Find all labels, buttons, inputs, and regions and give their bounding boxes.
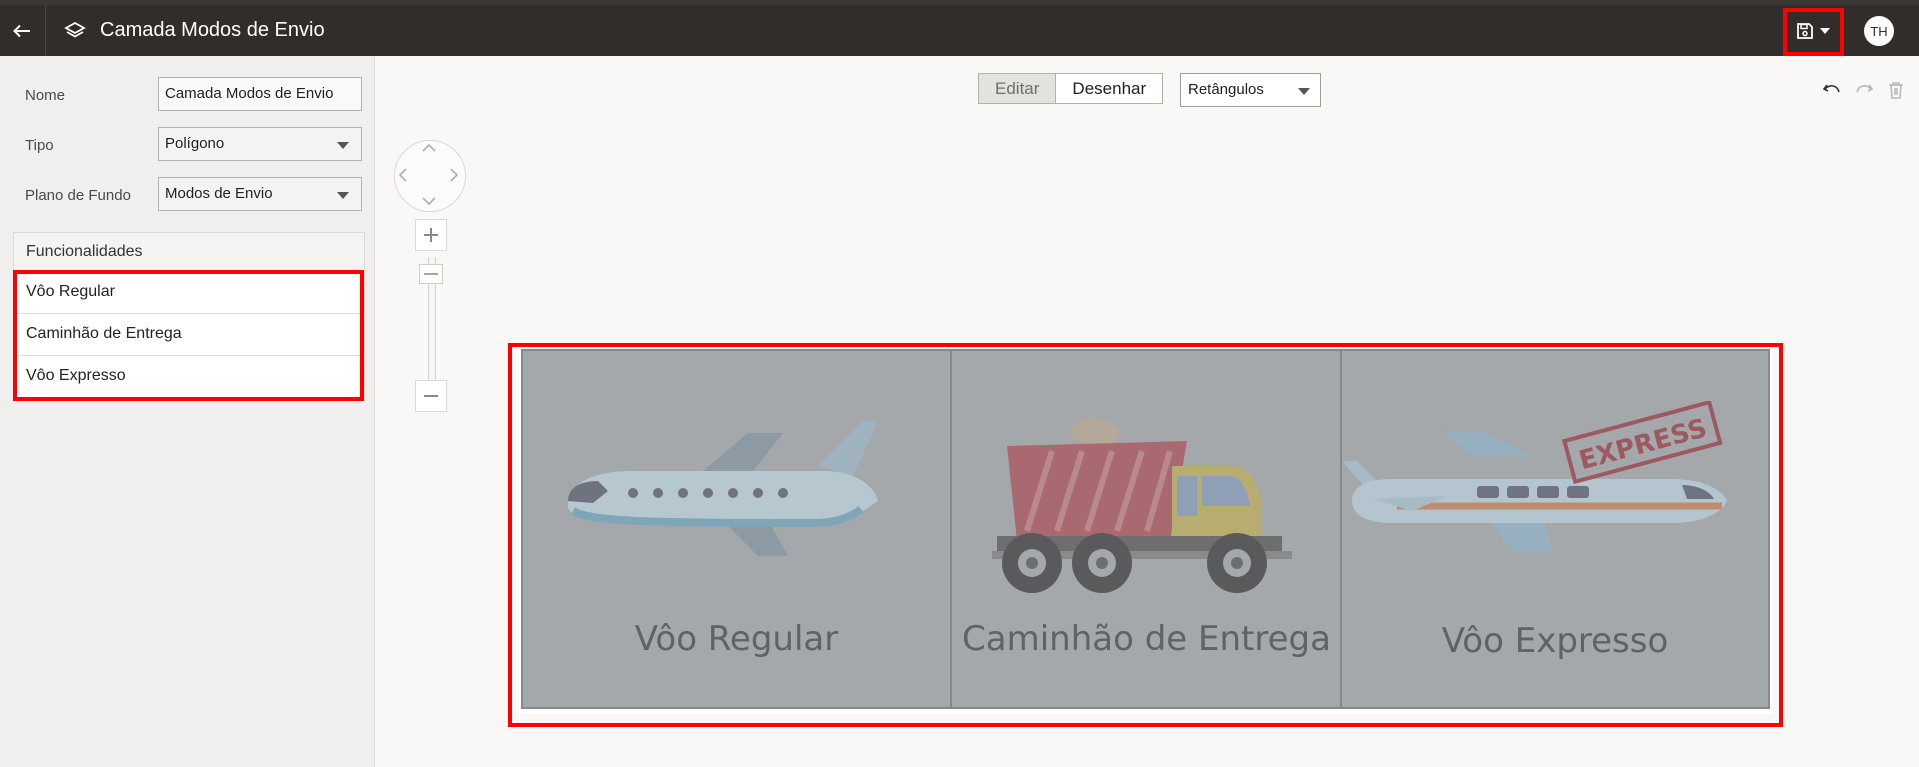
map-canvas[interactable]: Vôo Regular Caminhão de Entrega EXPRESS …	[518, 349, 1772, 714]
pan-right-icon[interactable]	[449, 167, 459, 183]
undo-icon[interactable]	[1822, 80, 1842, 100]
edit-mode-button[interactable]: Editar	[978, 73, 1056, 104]
feature-item-express-flight[interactable]: Vôo Expresso	[14, 356, 364, 397]
mode-toolbar: Editar Desenhar	[978, 73, 1164, 105]
pan-up-icon[interactable]	[421, 143, 437, 153]
grip-icon	[424, 273, 438, 275]
region-delivery-truck[interactable]: Caminhão de Entrega	[950, 349, 1343, 709]
name-label: Nome	[25, 87, 66, 104]
redo-icon[interactable]	[1854, 80, 1874, 100]
pan-down-icon[interactable]	[421, 196, 437, 206]
chevron-down-icon	[1298, 88, 1310, 95]
chevron-down-icon	[337, 142, 349, 149]
express-stamp: EXPRESS	[1576, 413, 1710, 476]
panel-label: Caminhão de Entrega	[962, 619, 1331, 659]
type-select[interactable]: Polígono	[158, 127, 362, 161]
panel-label: Vôo Expresso	[1441, 621, 1669, 661]
background-row: Plano de Fundo Modos de Envio	[0, 177, 374, 213]
app-header: Camada Modos de Envio TH	[0, 5, 1919, 56]
features-heading: Funcionalidades	[14, 233, 364, 272]
feature-item-regular-flight[interactable]: Vôo Regular	[14, 272, 364, 314]
feature-item-delivery-truck[interactable]: Caminhão de Entrega	[14, 314, 364, 356]
type-row: Tipo Polígono	[0, 127, 374, 163]
header-divider	[45, 5, 46, 56]
express-airplane-icon: EXPRESS	[1342, 401, 1727, 551]
background-select[interactable]: Modos de Envio	[158, 177, 362, 211]
background-label: Plano de Fundo	[25, 187, 131, 204]
properties-panel: Nome Camada Modos de Envio Tipo Polígono…	[0, 56, 375, 767]
save-menu-button[interactable]	[1787, 9, 1839, 52]
shape-value: Retângulos	[1188, 81, 1264, 98]
page-title: Camada Modos de Envio	[100, 19, 325, 41]
type-value: Polígono	[165, 135, 225, 152]
chevron-down-icon	[337, 192, 349, 199]
layers-icon	[64, 21, 86, 38]
delete-icon[interactable]	[1886, 80, 1906, 100]
zoom-in-button[interactable]	[415, 219, 447, 251]
airplane-icon	[568, 421, 878, 556]
pan-left-icon[interactable]	[398, 167, 408, 183]
shape-select[interactable]: Retângulos	[1180, 73, 1321, 107]
region-regular-flight[interactable]: Vôo Regular	[521, 349, 952, 709]
caret-down-icon	[1820, 27, 1830, 34]
features-list: Funcionalidades Vôo Regular Caminhão de …	[13, 232, 365, 398]
name-field[interactable]: Camada Modos de Envio	[158, 77, 362, 111]
dump-truck-icon	[992, 418, 1292, 593]
type-label: Tipo	[25, 137, 54, 154]
background-value: Modos de Envio	[165, 185, 273, 202]
back-button[interactable]	[0, 5, 44, 56]
arrow-left-icon	[13, 24, 30, 37]
draw-mode-button[interactable]: Desenhar	[1055, 73, 1164, 104]
region-express-flight[interactable]: EXPRESS Vôo Expresso	[1340, 349, 1770, 709]
zoom-slider-thumb[interactable]	[419, 264, 443, 284]
user-avatar[interactable]: TH	[1864, 16, 1894, 46]
zoom-out-button[interactable]	[415, 380, 447, 412]
panel-label: Vôo Regular	[634, 619, 839, 659]
minus-icon	[424, 395, 438, 397]
plus-icon	[424, 228, 438, 242]
name-row: Nome Camada Modos de Envio	[0, 77, 374, 113]
save-icon	[1797, 22, 1813, 39]
